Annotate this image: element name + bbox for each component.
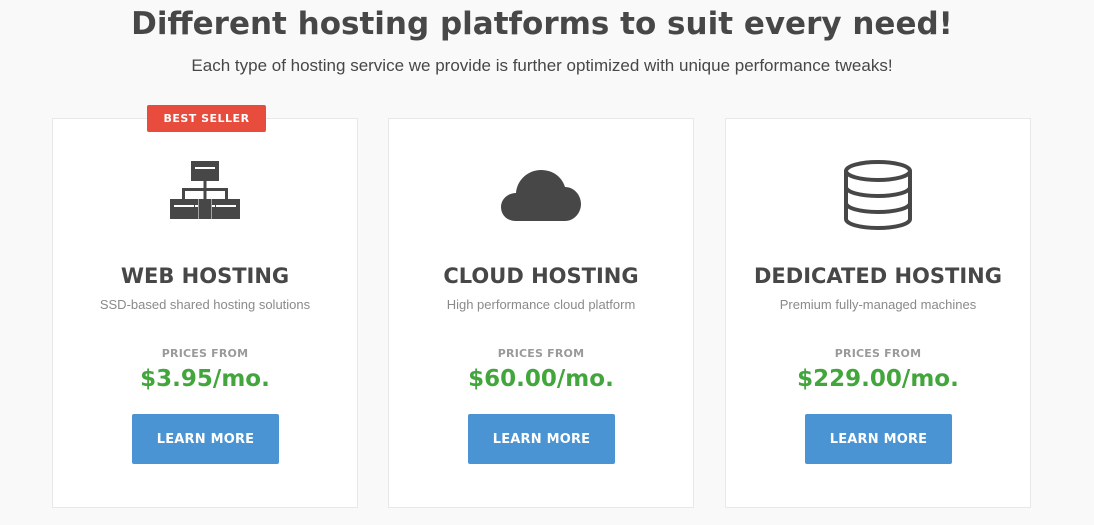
plan-card-cloud-hosting: CLOUD HOSTING High performance cloud pla… [388, 118, 694, 508]
learn-more-button-cloud-hosting[interactable]: LEARN MORE [468, 414, 615, 464]
plan-card-web-hosting: BEST SELLER WEB HOSTING SSD-based shared… [52, 105, 358, 508]
section-subtitle: Each type of hosting service we provide … [191, 56, 893, 75]
plan-description: SSD-based shared hosting solutions [99, 297, 311, 312]
plan-price: $60.00/mo. [468, 366, 614, 392]
database-icon [836, 157, 920, 233]
prices-from-label: PRICES FROM [834, 347, 922, 360]
plan-card-dedicated-hosting: DEDICATED HOSTING Premium fully-managed … [725, 118, 1031, 508]
hosting-plans-section: Different hosting platforms to suit ever… [0, 0, 1094, 525]
plan-price: $3.95/mo. [140, 366, 270, 392]
prices-from-label: PRICES FROM [161, 347, 249, 360]
section-title: Different hosting platforms to suit ever… [131, 6, 953, 42]
learn-more-button-dedicated-hosting[interactable]: LEARN MORE [805, 414, 952, 464]
plan-description: Premium fully-managed machines [779, 297, 977, 312]
network-sitemap-icon [163, 157, 247, 233]
best-seller-badge: BEST SELLER [147, 105, 266, 132]
prices-from-label: PRICES FROM [497, 347, 585, 360]
plan-title: DEDICATED HOSTING [754, 264, 1002, 288]
learn-more-button-web-hosting[interactable]: LEARN MORE [132, 414, 279, 464]
plan-price: $229.00/mo. [797, 366, 959, 392]
plan-title: CLOUD HOSTING [443, 264, 639, 288]
plan-description: High performance cloud platform [446, 297, 636, 312]
plan-title: WEB HOSTING [120, 264, 290, 288]
cloud-icon [499, 157, 583, 233]
